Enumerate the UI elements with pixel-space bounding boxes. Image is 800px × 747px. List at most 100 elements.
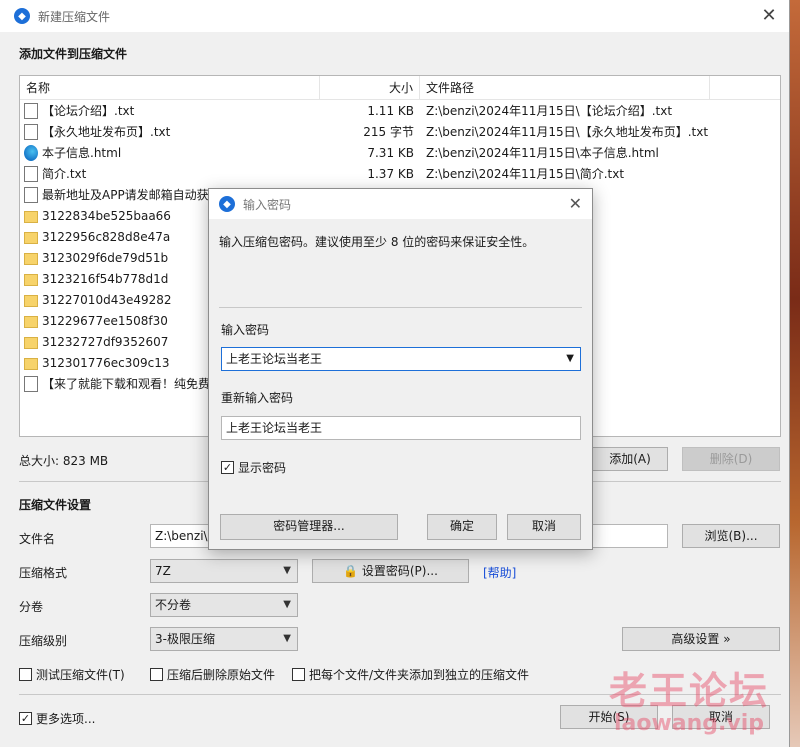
password-label: 输入密码 <box>221 323 270 337</box>
confirm-password-input[interactable]: 上老王论坛当老王 <box>221 416 581 440</box>
folder-icon <box>24 294 38 307</box>
file-name: 本子信息.html <box>42 146 122 160</box>
format-value: 7Z <box>155 564 171 578</box>
table-row[interactable]: 【永久地址发布页】.txt 215 字节 Z:\benzi\2024年11月15日\… <box>20 121 780 142</box>
file-name: 31229677ee1508f30 <box>42 313 168 328</box>
file-size: 1.37 KB <box>367 166 414 181</box>
separate-archives-checkbox[interactable]: 把每个文件/文件夹添加到独立的压缩文件 <box>292 666 529 683</box>
file-name-cell: 【论坛介绍】.txt <box>20 102 320 119</box>
text-file-icon <box>24 165 38 182</box>
delete-button[interactable]: 删除(D) <box>682 447 780 471</box>
lock-icon: 🔒 <box>343 564 359 578</box>
file-name-cell: 【永久地址发布页】.txt <box>20 123 320 140</box>
file-name: 【论坛介绍】.txt <box>42 104 135 118</box>
html-file-icon <box>24 144 38 161</box>
advanced-settings-button[interactable]: 高级设置 » <box>622 627 780 651</box>
checkbox-box <box>292 668 305 681</box>
delete-source-checkbox[interactable]: 压缩后删除原始文件 <box>150 666 275 683</box>
browse-button[interactable]: 浏览(B)... <box>682 524 780 548</box>
dialog-titlebar[interactable]: ◆ 输入密码 ✕ <box>209 189 592 219</box>
text-file-icon <box>24 102 38 119</box>
more-options-label: 更多选项... <box>36 712 96 726</box>
file-name: 31232727df9352607 <box>42 334 169 349</box>
folder-icon <box>24 210 38 223</box>
column-name[interactable]: 名称 <box>20 76 320 99</box>
test-archive-checkbox[interactable]: 测试压缩文件(T) <box>19 666 125 683</box>
volume-label: 分卷 <box>19 600 44 614</box>
dialog-message: 输入压缩包密码。建议使用至少 8 位的密码来保证安全性。 <box>219 235 535 249</box>
app-icon: ◆ <box>14 8 30 24</box>
checkbox-box <box>19 668 32 681</box>
chevron-down-icon: ▼ <box>283 599 291 610</box>
chevron-down-icon: ▼ <box>283 633 291 644</box>
folder-icon <box>24 315 38 328</box>
chevron-down-icon[interactable]: ▼ <box>566 348 574 370</box>
file-path: Z:\benzi\2024年11月15日\本子信息.html <box>426 146 659 160</box>
file-name: 3122834be525baa66 <box>42 208 171 223</box>
delete-source-label: 压缩后删除原始文件 <box>167 668 276 682</box>
file-name: 312301776ec309c13 <box>42 355 170 370</box>
table-row[interactable]: 简介.txt 1.37 KB Z:\benzi\2024年11月15日\简介.txt <box>20 163 780 184</box>
dialog-body: 输入压缩包密码。建议使用至少 8 位的密码来保证安全性。 输入密码 上老王论坛当… <box>209 219 592 549</box>
password-manager-button[interactable]: 密码管理器... <box>220 514 398 540</box>
file-size: 215 字节 <box>363 125 414 139</box>
close-icon[interactable]: ✕ <box>569 194 582 213</box>
file-name: 31227010d43e49282 <box>42 292 172 307</box>
show-password-label: 显示密码 <box>238 461 287 475</box>
format-label: 压缩格式 <box>19 566 68 580</box>
divider <box>219 307 582 308</box>
table-row[interactable]: 【论坛介绍】.txt 1.11 KB Z:\benzi\2024年11月15日\【论… <box>20 100 780 121</box>
chevron-down-icon: ▼ <box>283 565 291 576</box>
checkbox-box <box>150 668 163 681</box>
watermark-url: laowang.vip <box>613 711 765 736</box>
set-password-label: 设置密码(P)... <box>361 564 438 578</box>
volume-select[interactable]: 不分卷 ▼ <box>150 593 298 617</box>
column-size[interactable]: 大小 <box>320 76 420 99</box>
file-list-header: 名称 大小 文件路径 <box>20 76 780 100</box>
add-button[interactable]: 添加(A) <box>592 447 668 471</box>
separate-archives-label: 把每个文件/文件夹添加到独立的压缩文件 <box>309 668 530 682</box>
dialog-title: 输入密码 <box>243 197 292 212</box>
password-value: 上老王论坛当老王 <box>226 352 323 366</box>
file-name-cell: 本子信息.html <box>20 144 320 161</box>
dialog-cancel-button[interactable]: 取消 <box>507 514 581 540</box>
table-row[interactable]: 本子信息.html 7.31 KB Z:\benzi\2024年11月15日\本子信… <box>20 142 780 163</box>
checkbox-box: ✓ <box>221 461 234 474</box>
file-name: 3123029f6de79d51b <box>42 250 169 265</box>
settings-title: 压缩文件设置 <box>19 498 92 512</box>
level-value: 3-极限压缩 <box>155 632 215 646</box>
test-archive-label: 测试压缩文件(T) <box>36 668 125 682</box>
folder-icon <box>24 357 38 370</box>
file-size: 1.11 KB <box>367 103 414 118</box>
folder-icon <box>24 336 38 349</box>
total-size: 总大小: 823 MB <box>19 454 109 468</box>
watermark: 老王论坛 laowang.vip <box>609 660 769 736</box>
file-path: Z:\benzi\2024年11月15日\简介.txt <box>426 167 625 181</box>
ok-button[interactable]: 确定 <box>427 514 497 540</box>
more-options-checkbox[interactable]: ✓ 更多选项... <box>19 710 95 727</box>
app-icon: ◆ <box>219 196 235 212</box>
file-path: Z:\benzi\2024年11月15日\【论坛介绍】.txt <box>426 104 673 118</box>
file-name: 3123216f54b778d1d <box>42 271 169 286</box>
text-file-icon <box>24 375 38 392</box>
format-select[interactable]: 7Z ▼ <box>150 559 298 583</box>
volume-value: 不分卷 <box>155 598 192 612</box>
file-name: 最新地址及APP请发邮箱自动获 <box>42 188 209 202</box>
set-password-button[interactable]: 🔒 设置密码(P)... <box>312 559 469 583</box>
folder-icon <box>24 273 38 286</box>
column-path[interactable]: 文件路径 <box>420 76 710 99</box>
checkbox-box: ✓ <box>19 712 32 725</box>
file-name: 简介.txt <box>42 167 87 181</box>
password-input[interactable]: 上老王论坛当老王 ▼ <box>221 347 581 371</box>
watermark-text: 老王论坛 <box>608 669 769 713</box>
password-dialog: ◆ 输入密码 ✕ 输入压缩包密码。建议使用至少 8 位的密码来保证安全性。 输入… <box>208 188 593 550</box>
text-file-icon <box>24 186 38 203</box>
file-name: 3122956c828d8e47a <box>42 229 171 244</box>
level-select[interactable]: 3-极限压缩 ▼ <box>150 627 298 651</box>
window-titlebar[interactable]: ◆ 新建压缩文件 ✕ <box>0 0 789 32</box>
file-size: 7.31 KB <box>367 145 414 160</box>
close-icon[interactable]: ✕ <box>759 6 779 26</box>
folder-icon <box>24 231 38 244</box>
help-link[interactable]: [帮助] <box>483 564 516 581</box>
show-password-checkbox[interactable]: ✓ 显示密码 <box>221 459 286 476</box>
